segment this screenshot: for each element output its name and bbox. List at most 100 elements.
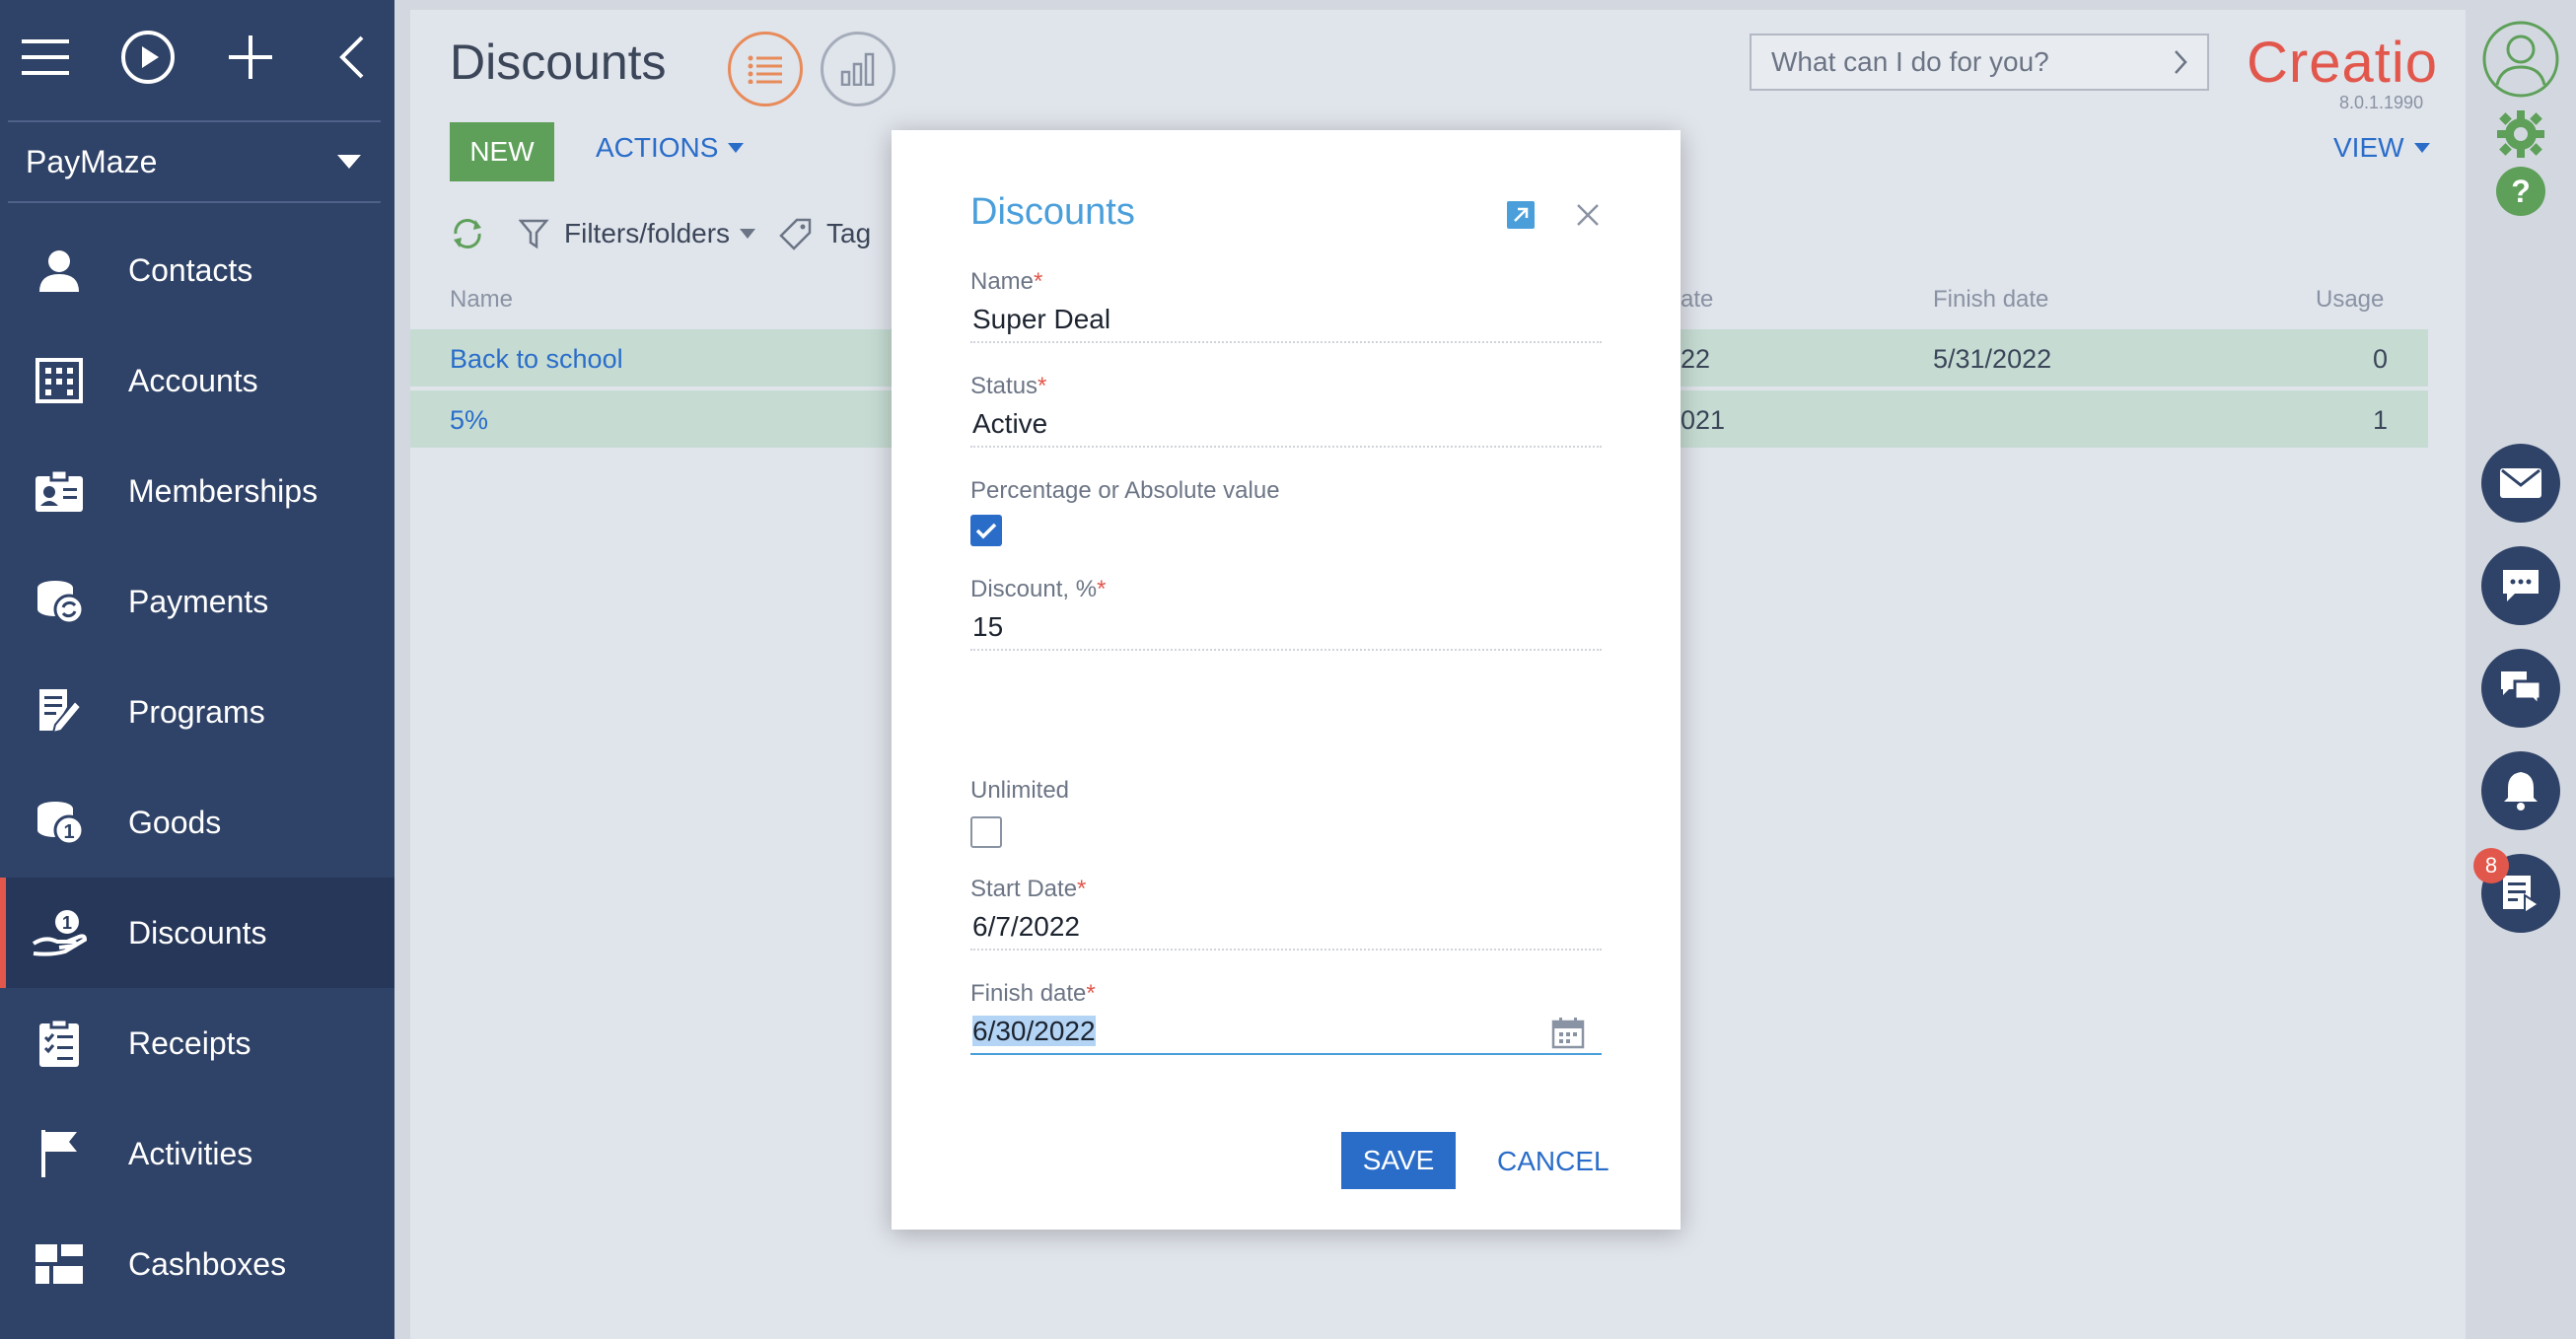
chat-button[interactable]	[2481, 546, 2560, 625]
discount-percent-field[interactable]: 15	[970, 605, 1602, 651]
save-button[interactable]: SAVE	[1341, 1132, 1456, 1189]
workspace-selector[interactable]: PayMaze	[26, 136, 361, 187]
cashboxes-icon	[32, 1236, 87, 1292]
chevron-down-icon	[728, 143, 745, 153]
svg-text:1: 1	[63, 821, 74, 843]
unlimited-checkbox[interactable]	[970, 816, 1002, 848]
status-label: Status*	[970, 373, 1047, 399]
feed-button[interactable]	[2481, 649, 2560, 728]
page-title: Discounts	[450, 35, 667, 90]
notifications-button[interactable]	[2481, 751, 2560, 830]
help-icon[interactable]: ?	[2495, 166, 2546, 217]
task-list-icon	[2503, 876, 2540, 913]
column-header-name[interactable]: Name	[450, 286, 513, 314]
sidebar-item-goods[interactable]: 1 Goods	[0, 767, 394, 878]
plus-icon[interactable]	[221, 28, 280, 87]
name-field[interactable]: Super Deal	[970, 298, 1602, 343]
discounts-icon: 1	[32, 905, 87, 960]
column-header-finish-date[interactable]: Finish date	[1933, 286, 2048, 314]
hamburger-menu-icon[interactable]	[16, 28, 75, 87]
status-field[interactable]: Active	[970, 402, 1602, 448]
column-header-usage[interactable]: Usage	[2316, 286, 2384, 314]
unlimited-label: Unlimited	[970, 777, 1070, 804]
discount-edit-modal: Discounts Name* Super Deal Status* Activ…	[892, 130, 1681, 1230]
sidebar-item-programs[interactable]: Programs	[0, 657, 394, 767]
gear-icon[interactable]	[2495, 108, 2546, 160]
tag-icon	[779, 218, 812, 250]
sidebar-topbar	[0, 0, 394, 118]
tag-button[interactable]: Tag	[826, 218, 871, 249]
view-dropdown[interactable]: VIEW	[2333, 132, 2430, 164]
notification-count-badge: 8	[2473, 848, 2509, 883]
sidebar-item-label: Activities	[128, 1135, 253, 1171]
sidebar-item-payments[interactable]: Payments	[0, 546, 394, 657]
filter-icon	[519, 219, 549, 249]
column-header-start-date[interactable]: ate	[1681, 286, 1713, 314]
actions-dropdown[interactable]: ACTIONS	[596, 132, 745, 164]
sidebar-item-label: Payments	[128, 583, 269, 619]
filters-folders-button[interactable]: Filters/folders	[564, 218, 730, 249]
open-in-page-icon[interactable]	[1507, 201, 1535, 229]
percentage-checkbox[interactable]	[970, 515, 1002, 546]
accounts-icon	[32, 353, 87, 408]
actions-label: ACTIONS	[596, 132, 719, 163]
chevron-right-icon[interactable]	[2174, 49, 2187, 75]
goods-icon: 1	[32, 795, 87, 850]
row-usage: 0	[2373, 344, 2389, 374]
profile-avatar-icon[interactable]	[2481, 20, 2560, 99]
collapse-chevron-icon[interactable]	[322, 28, 381, 87]
command-search-input[interactable]: What can I do for you?	[1750, 34, 2209, 91]
chevron-down-icon	[2413, 143, 2430, 153]
sidebar-nav: Contacts Accounts Memberships Payments P…	[0, 215, 394, 1319]
flag-icon	[32, 1126, 87, 1181]
checkmark-icon	[975, 523, 997, 539]
divider	[8, 201, 381, 203]
chevron-down-icon	[740, 229, 756, 239]
sidebar-item-discounts[interactable]: 1 Discounts	[0, 878, 394, 988]
sidebar-item-label: Discounts	[128, 914, 267, 951]
communication-panel: ? 8	[2466, 0, 2576, 1339]
email-button[interactable]	[2481, 444, 2560, 523]
sidebar-item-label: Programs	[128, 693, 265, 730]
svg-text:?: ?	[2511, 174, 2531, 209]
list-icon	[748, 55, 782, 84]
sidebar-item-memberships[interactable]: Memberships	[0, 436, 394, 546]
sidebar-item-cashboxes[interactable]: Cashboxes	[0, 1209, 394, 1319]
version-label: 8.0.1.1990	[2339, 93, 2424, 112]
divider	[8, 120, 381, 122]
payments-icon	[32, 574, 87, 629]
sidebar-item-label: Cashboxes	[128, 1245, 287, 1282]
memberships-icon	[32, 463, 87, 519]
close-icon[interactable]	[1572, 199, 1604, 231]
row-name-link[interactable]: Back to school	[450, 344, 623, 375]
refresh-icon[interactable]	[450, 218, 485, 249]
programs-icon	[32, 684, 87, 740]
play-process-icon[interactable]	[118, 28, 178, 87]
sidebar-item-label: Memberships	[128, 472, 319, 509]
sidebar-item-accounts[interactable]: Accounts	[0, 325, 394, 436]
name-label: Name*	[970, 268, 1043, 295]
row-name-link[interactable]: 5%	[450, 405, 488, 436]
finish-date-field[interactable]: 6/30/2022	[970, 1010, 1602, 1055]
bell-icon	[2504, 772, 2538, 810]
filter-toolbar: Filters/folders Tag	[450, 217, 871, 250]
sidebar-item-receipts[interactable]: Receipts	[0, 988, 394, 1098]
sidebar-item-activities[interactable]: Activities	[0, 1098, 394, 1209]
contacts-icon	[32, 243, 87, 298]
conversations-icon	[2501, 671, 2542, 707]
creatio-logo: Creatio	[2247, 31, 2438, 95]
sidebar: PayMaze Contacts Accounts Memberships Pa…	[0, 0, 394, 1339]
sidebar-item-label: Goods	[128, 804, 222, 840]
percentage-label: Percentage or Absolute value	[970, 477, 1280, 504]
chat-icon	[2503, 570, 2539, 601]
new-button[interactable]: NEW	[450, 122, 554, 181]
cancel-button[interactable]: CANCEL	[1497, 1146, 1610, 1177]
list-view-button[interactable]	[728, 32, 803, 106]
sidebar-item-label: Accounts	[128, 362, 258, 398]
row-usage: 1	[2373, 405, 2389, 435]
analytics-view-button[interactable]	[821, 32, 895, 106]
calendar-icon[interactable]	[1550, 1016, 1586, 1051]
workspace-name: PayMaze	[26, 143, 158, 179]
sidebar-item-contacts[interactable]: Contacts	[0, 215, 394, 325]
start-date-field[interactable]: 6/7/2022	[970, 905, 1602, 951]
